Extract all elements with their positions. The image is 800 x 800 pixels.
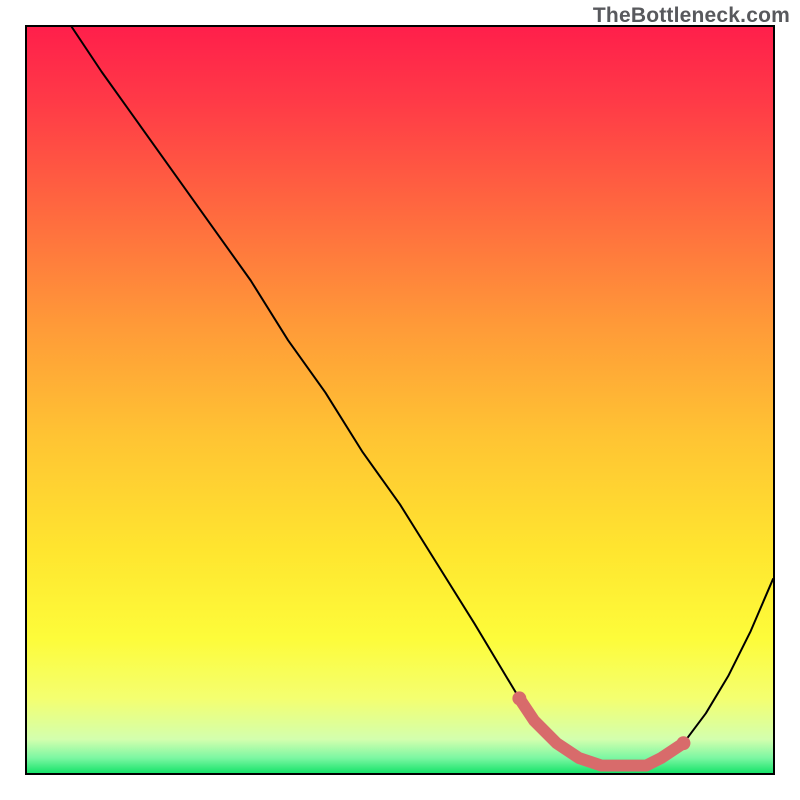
gradient-background xyxy=(27,27,773,773)
watermark: TheBottleneck.com xyxy=(593,4,790,28)
plot-svg xyxy=(27,27,773,773)
plot-frame xyxy=(25,25,775,775)
sweet-spot-dot xyxy=(677,736,691,750)
chart-canvas: TheBottleneck.com xyxy=(0,0,800,800)
sweet-spot-dot xyxy=(512,691,526,705)
